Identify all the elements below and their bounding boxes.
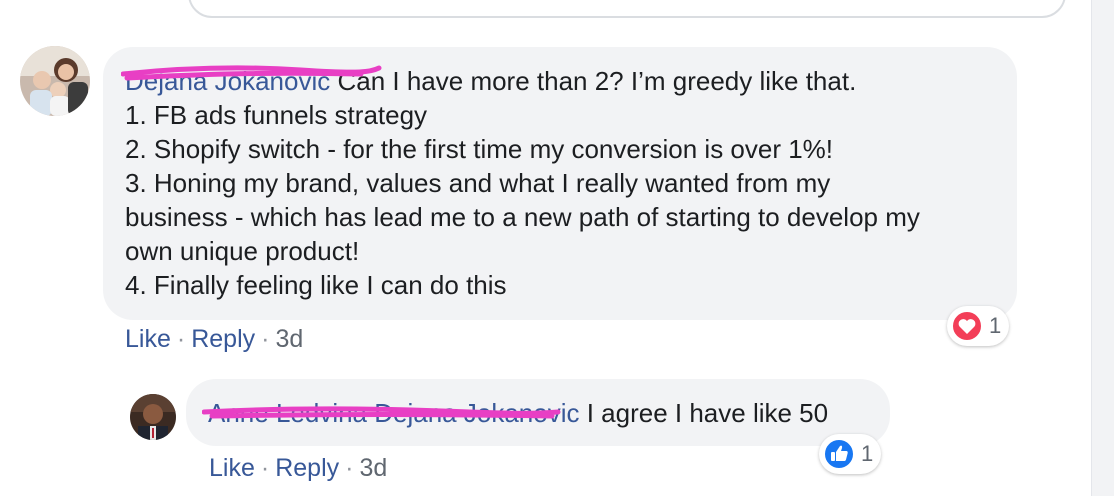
comment-line: 2. Shopify switch - for the first time m…: [125, 134, 834, 164]
heart-reaction-icon: [951, 310, 983, 342]
avatar[interactable]: [20, 46, 90, 116]
reply-actions: Like · Reply · 3d: [209, 454, 387, 483]
reply-link[interactable]: Reply: [191, 325, 255, 353]
scrollbar-track[interactable]: [1091, 0, 1114, 496]
separator: ·: [176, 325, 186, 353]
reaction-count: 1: [989, 313, 1002, 338]
comment-author-link[interactable]: Dejana Jokanovic: [121, 64, 382, 98]
comment-actions: Like · Reply · 3d: [125, 325, 303, 354]
comment-line: 4. Finally feeling like I can do this: [125, 270, 507, 300]
previous-comment-input-box: [188, 0, 1066, 18]
reaction-summary[interactable]: 1: [947, 306, 1010, 346]
reply-link[interactable]: Reply: [275, 454, 339, 482]
thumbs-up-reaction-icon: [823, 438, 855, 470]
reply-author-link[interactable]: Anne Ledvina Dejana Jokanovic: [202, 396, 579, 430]
like-link[interactable]: Like: [209, 454, 255, 482]
avatar[interactable]: [130, 394, 176, 440]
profile-photo-icon: [20, 46, 90, 116]
timestamp-link[interactable]: 3d: [275, 325, 303, 353]
separator: ·: [261, 325, 270, 353]
profile-photo-icon: [130, 394, 176, 440]
reaction-count: 1: [861, 441, 874, 466]
like-link[interactable]: Like: [125, 325, 171, 353]
comment-line: own unique product!: [125, 236, 360, 266]
comment-bubble: Dejana Jokanovic Can I have more than 2?…: [103, 47, 1017, 320]
timestamp-link[interactable]: 3d: [359, 454, 387, 482]
comment-text: Can I have more than 2? I’m greedy like …: [337, 66, 857, 96]
comment-line: 1. FB ads funnels strategy: [125, 100, 428, 130]
reaction-summary[interactable]: 1: [819, 434, 882, 474]
comment-line: 3. Honing my brand, values and what I re…: [125, 168, 831, 198]
comment-line: business - which has lead me to a new pa…: [125, 202, 920, 232]
reply-text: I agree I have like 50: [586, 398, 829, 428]
comment-first-line: Dejana Jokanovic Can I have more than 2?…: [121, 64, 995, 98]
separator: ·: [345, 454, 354, 482]
reply-bubble: Anne Ledvina Dejana Jokanovic I agree I …: [186, 379, 890, 446]
separator: ·: [260, 454, 270, 482]
reply-line: Anne Ledvina Dejana Jokanovic I agree I …: [202, 396, 868, 430]
